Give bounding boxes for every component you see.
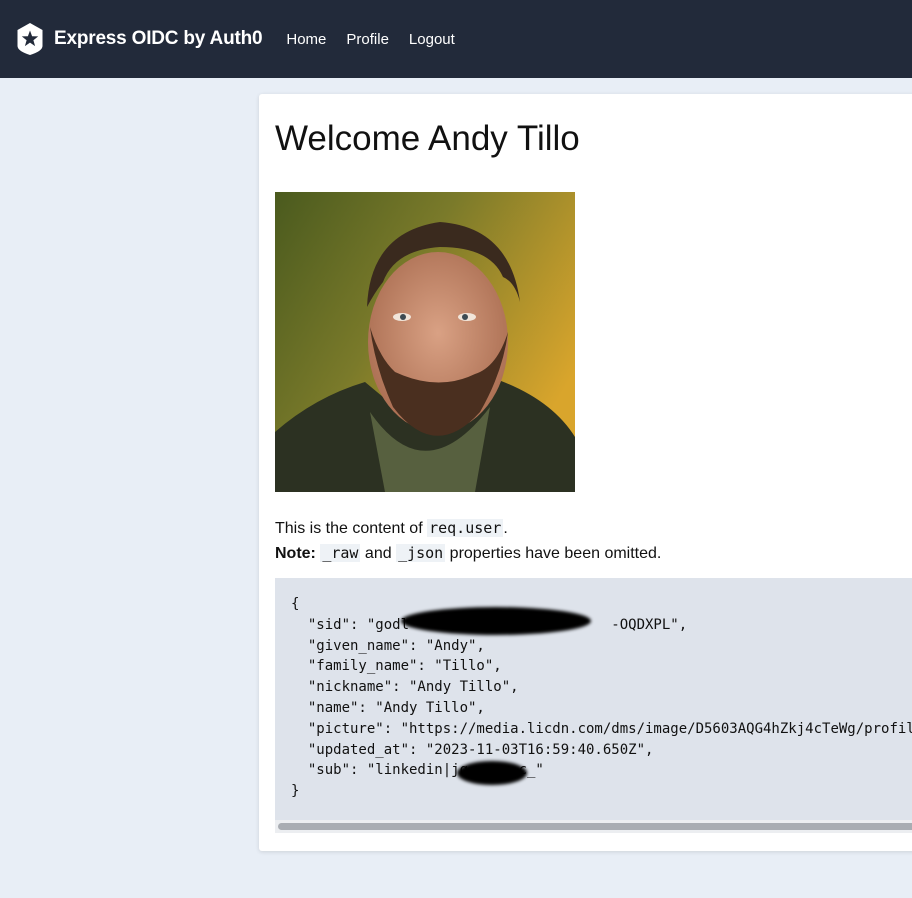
scrollbar-thumb[interactable] — [278, 823, 912, 830]
content-suffix-text: . — [503, 520, 508, 537]
content-prefix-text: This is the content of — [275, 520, 428, 537]
redaction-mark — [457, 761, 527, 785]
avatar-photo-icon — [275, 192, 575, 492]
json-line: "given_name": "Andy", — [291, 637, 485, 654]
page-title: Welcome Andy Tillo — [275, 119, 580, 158]
json-line: "picture": "https://media.licdn.com/dms/… — [307, 720, 912, 737]
json-line: "family_name": "Tillo", — [291, 658, 502, 675]
auth0-star-logo-icon — [17, 23, 43, 55]
profile-card: Welcome Andy Tillo This is the content o… — [259, 94, 912, 851]
note-label: Note: — [275, 545, 316, 562]
user-json-text: { "sid": "godl -OQDXPL", "given_name": "… — [291, 594, 912, 802]
brand-title: Express OIDC by Auth0 — [54, 28, 263, 49]
user-json-block[interactable]: { "sid": "godl -OQDXPL", "given_name": "… — [275, 578, 912, 833]
json-line: { — [291, 596, 300, 612]
top-navbar: Express OIDC by Auth0 Home Profile Logou… — [0, 0, 912, 78]
req-user-code: req.user — [427, 519, 504, 537]
nav-link-profile[interactable]: Profile — [346, 31, 389, 48]
nav-link-logout[interactable]: Logout — [409, 31, 455, 48]
omission-note: Note: _raw and _json properties have bee… — [275, 543, 661, 564]
json-code: _json — [396, 544, 446, 562]
raw-code: _raw — [320, 544, 361, 562]
content-description: This is the content of req.user. — [275, 518, 508, 539]
brand[interactable]: Express OIDC by Auth0 — [14, 22, 263, 56]
main-nav: Home Profile Logout — [286, 31, 474, 48]
note-and-text: and — [360, 545, 397, 562]
json-line: "name": "Andy Tillo", — [291, 699, 485, 716]
nav-link-home[interactable]: Home — [286, 31, 326, 48]
json-line: "nickname": "Andy Tillo", — [291, 679, 519, 696]
redaction-mark — [401, 607, 591, 635]
horizontal-scrollbar[interactable] — [275, 820, 912, 833]
avatar — [275, 192, 575, 492]
note-suffix-text: properties have been omitted. — [445, 545, 662, 562]
json-line: } — [291, 783, 300, 800]
json-line: "updated_at": "2023-11-03T16:59:40.650Z"… — [291, 741, 654, 758]
